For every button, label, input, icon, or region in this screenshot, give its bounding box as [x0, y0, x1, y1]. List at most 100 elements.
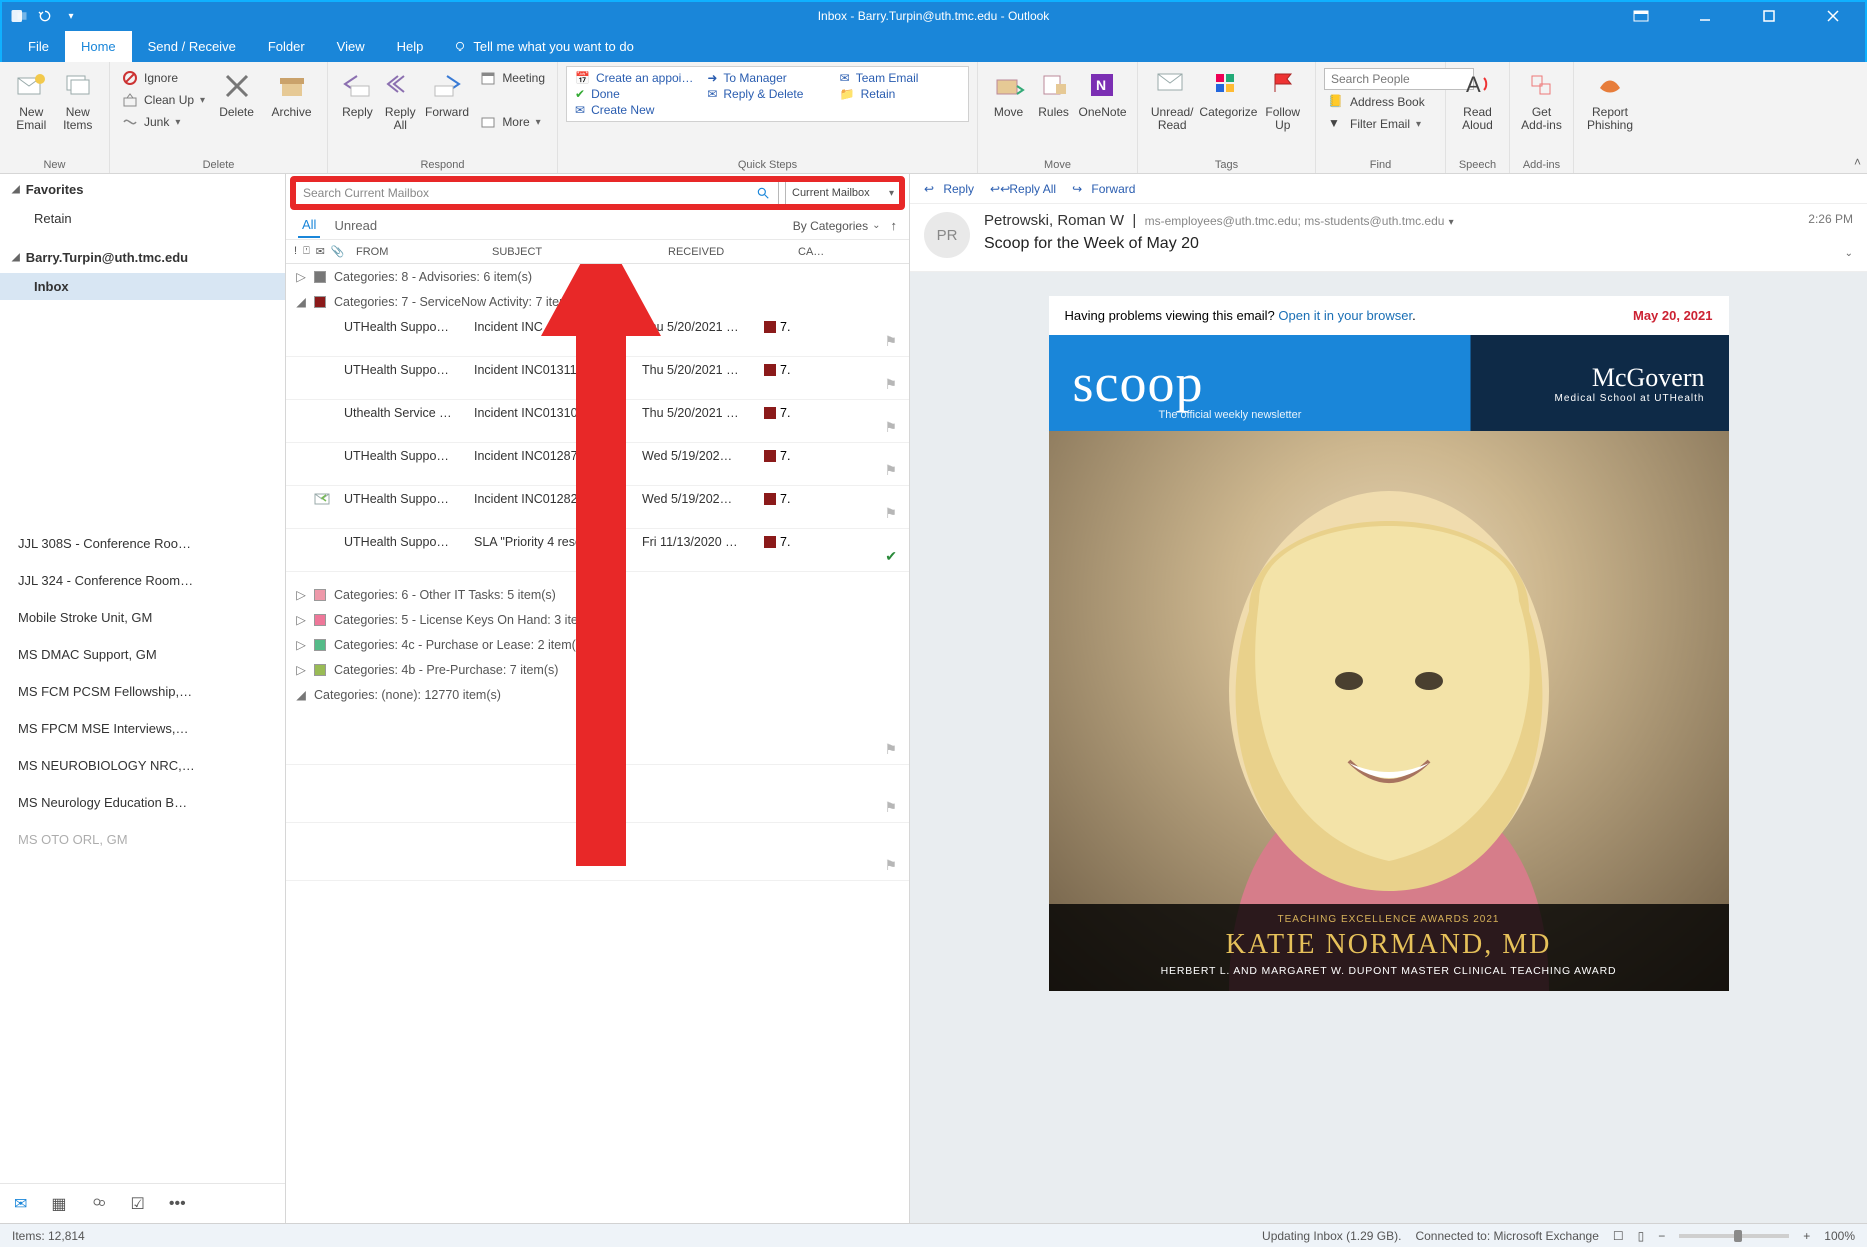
reply-button[interactable]: Reply	[336, 66, 379, 119]
close-button[interactable]	[1813, 1, 1853, 31]
filter-all[interactable]: All	[298, 213, 320, 238]
read-aloud-button[interactable]: ARead Aloud	[1454, 66, 1501, 132]
flag-icon[interactable]: ⚑	[884, 376, 897, 393]
shared-folder[interactable]: MS NEUROBIOLOGY NRC,…	[0, 752, 285, 779]
category-group[interactable]: ▷Categories: 8 - Advisories: 6 item(s)	[286, 264, 909, 289]
category-group[interactable]: ▷Categories: 6 - Other IT Tasks: 5 item(…	[286, 582, 909, 607]
flag-icon[interactable]: ⚑	[884, 462, 897, 479]
flag-icon[interactable]: ⚑	[884, 505, 897, 522]
category-group[interactable]: ▷Categories: 4c - Purchase or Lease: 2 i…	[286, 632, 909, 657]
zoom-in-icon[interactable]: +	[1803, 1229, 1810, 1243]
message-row[interactable]: UTHealth Suppo… Incident INC0128757 a… W…	[286, 443, 909, 486]
subject-column[interactable]: SUBJECT	[492, 246, 660, 258]
message-row[interactable]: ⚑	[286, 707, 909, 765]
delete-button[interactable]: Delete	[209, 66, 264, 119]
message-row[interactable]: ⚑	[286, 823, 909, 881]
received-column[interactable]: RECEIVED	[668, 246, 790, 258]
category-group[interactable]: ▷Categories: 4b - Pre-Purchase: 7 item(s…	[286, 657, 909, 682]
icon-column-icon[interactable]: ✉	[316, 245, 325, 258]
new-items-button[interactable]: New Items	[55, 66, 102, 132]
tab-help[interactable]: Help	[381, 31, 440, 62]
shared-folder[interactable]: MS Neurology Education B…	[0, 789, 285, 816]
search-mailbox-input[interactable]: Search Current Mailbox	[294, 180, 779, 206]
forward-link[interactable]: ↪ Forward	[1072, 182, 1135, 196]
attachment-column-icon[interactable]: 📎	[331, 245, 345, 258]
rules-button[interactable]: Rules	[1031, 66, 1076, 119]
mail-view-icon[interactable]: ✉	[14, 1194, 27, 1214]
flag-icon[interactable]: ⚑	[884, 857, 897, 874]
message-row[interactable]: ⚑	[286, 765, 909, 823]
more-nav-icon[interactable]: •••	[169, 1195, 186, 1213]
shared-folder[interactable]: Mobile Stroke Unit, GM	[0, 604, 285, 631]
unread-read-button[interactable]: Unread/ Read	[1146, 66, 1198, 132]
junk-button[interactable]: Junk ▾	[118, 112, 209, 132]
arrange-by[interactable]: By Categories ⌄	[793, 219, 881, 233]
zoom-slider[interactable]	[1679, 1234, 1789, 1238]
reply-link[interactable]: ↩ Reply	[924, 182, 974, 196]
tab-folder[interactable]: Folder	[252, 31, 321, 62]
move-button[interactable]: Move	[986, 66, 1031, 119]
shared-folder[interactable]: JJL 308S - Conference Roo…	[0, 530, 285, 557]
flag-icon[interactable]: ⚑	[884, 419, 897, 436]
message-row[interactable]: UTHealth Suppo… SLA "Priority 4 resoluti…	[286, 529, 909, 572]
flag-icon[interactable]: ⚑	[884, 741, 897, 758]
account-header[interactable]: ◢Barry.Turpin@uth.tmc.edu	[0, 242, 285, 273]
message-row[interactable]: Uthealth Service … Incident INC0131019 a…	[286, 400, 909, 443]
calendar-view-icon[interactable]: ▦	[51, 1194, 66, 1214]
get-addins-button[interactable]: Get Add-ins	[1518, 66, 1565, 132]
qat-customize-icon[interactable]: ▾	[62, 7, 80, 25]
report-phishing-button[interactable]: Report Phishing	[1582, 66, 1638, 132]
forward-button[interactable]: Forward	[422, 66, 473, 119]
message-row[interactable]: UTHealth Suppo… Incident INC… Thu 5/20/2…	[286, 314, 909, 357]
ribbon-collapse-icon[interactable]: ˄	[1854, 155, 1861, 169]
flag-icon[interactable]: ⚑	[884, 333, 897, 350]
expand-header-icon[interactable]: ⌄	[1808, 248, 1853, 259]
importance-column-icon[interactable]: !	[294, 245, 297, 258]
minimize-button[interactable]	[1685, 1, 1725, 31]
tab-file[interactable]: File	[12, 31, 65, 62]
sort-direction-icon[interactable]: ↑	[891, 218, 898, 233]
reply-all-button[interactable]: Reply All	[379, 66, 422, 132]
reading-body[interactable]: Having problems viewing this email? Open…	[910, 272, 1867, 1223]
from-column[interactable]: FROM	[356, 246, 484, 258]
favorite-retain[interactable]: Retain	[0, 205, 285, 232]
message-row[interactable]: UTHealth Suppo… Incident INC0128208 a… W…	[286, 486, 909, 529]
tab-home[interactable]: Home	[65, 31, 132, 62]
shared-folder[interactable]: MS FPCM MSE Interviews,…	[0, 715, 285, 742]
tell-me[interactable]: Tell me what you want to do	[439, 31, 647, 62]
categorize-button[interactable]: Categorize	[1198, 66, 1258, 119]
ribbon-display-icon[interactable]	[1621, 1, 1661, 31]
maximize-button[interactable]	[1749, 1, 1789, 31]
tasks-view-icon[interactable]: ☑	[131, 1194, 145, 1214]
shared-folder[interactable]: JJL 324 - Conference Room…	[0, 567, 285, 594]
people-view-icon[interactable]	[91, 1196, 107, 1212]
ignore-button[interactable]: Ignore	[118, 68, 209, 88]
categories-column[interactable]: CA…	[798, 246, 909, 258]
quick-steps-gallery[interactable]: 📅Create an appoi… ➜To Manager ✉Team Emai…	[566, 66, 969, 122]
open-in-browser-link[interactable]: Open it in your browser	[1278, 308, 1412, 323]
category-group[interactable]: ▷Categories: 5 - License Keys On Hand: 3…	[286, 607, 909, 632]
message-row[interactable]: UTHealth Suppo… Incident INC0131155 a… T…	[286, 357, 909, 400]
complete-icon[interactable]: ✔	[885, 548, 897, 565]
shared-folder[interactable]: MS OTO ORL, GM	[0, 826, 285, 853]
view-normal-icon[interactable]: ☐	[1613, 1229, 1624, 1243]
meeting-button[interactable]: Meeting	[476, 68, 549, 88]
followup-button[interactable]: Follow Up	[1259, 66, 1308, 132]
search-icon[interactable]	[756, 186, 770, 200]
shared-folder[interactable]: MS DMAC Support, GM	[0, 641, 285, 668]
folder-inbox[interactable]: Inbox	[0, 273, 285, 300]
flag-icon[interactable]: ⚑	[884, 799, 897, 816]
archive-button[interactable]: Archive	[264, 66, 319, 119]
onenote-button[interactable]: NOneNote	[1076, 66, 1129, 119]
new-email-button[interactable]: New Email	[8, 66, 55, 132]
category-group[interactable]: ◢Categories: 7 - ServiceNow Activity: 7 …	[286, 289, 909, 314]
more-respond-button[interactable]: More ▾	[476, 112, 549, 132]
tab-send-receive[interactable]: Send / Receive	[132, 31, 252, 62]
search-scope-dropdown[interactable]: Current Mailbox▾	[785, 180, 901, 206]
cleanup-button[interactable]: Clean Up ▾	[118, 90, 209, 110]
reminder-column-icon[interactable]: ⍞	[303, 245, 310, 258]
filter-unread[interactable]: Unread	[334, 218, 377, 233]
view-reading-icon[interactable]: ▯	[1638, 1229, 1645, 1243]
shared-folder[interactable]: MS FCM PCSM Fellowship,…	[0, 678, 285, 705]
tab-view[interactable]: View	[321, 31, 381, 62]
